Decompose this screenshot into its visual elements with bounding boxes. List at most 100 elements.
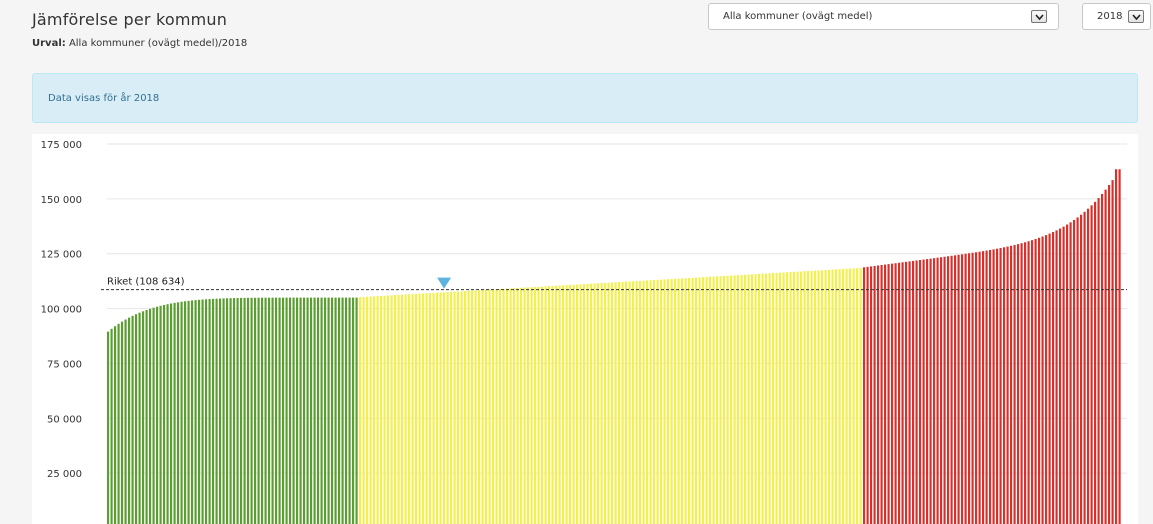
bar bbox=[285, 297, 288, 524]
bar bbox=[859, 267, 862, 524]
bar bbox=[894, 263, 897, 524]
bar bbox=[170, 303, 173, 524]
y-tick-label: 25 000 bbox=[47, 469, 82, 480]
bar bbox=[415, 293, 418, 524]
bar bbox=[709, 276, 712, 524]
y-tick-label: 125 000 bbox=[41, 250, 82, 261]
bar bbox=[1024, 242, 1027, 524]
bar bbox=[674, 278, 677, 524]
bar bbox=[639, 280, 642, 524]
bar bbox=[670, 279, 673, 524]
y-tick-label: 175 000 bbox=[41, 140, 82, 151]
bar bbox=[607, 282, 610, 524]
bar bbox=[1017, 244, 1020, 524]
selection-value: Alla kommuner (ovägt medel)/2018 bbox=[68, 38, 248, 49]
bar bbox=[124, 319, 127, 524]
bar bbox=[173, 302, 176, 524]
bar bbox=[180, 301, 183, 524]
bar bbox=[145, 309, 148, 524]
y-tick-label: 150 000 bbox=[41, 195, 82, 206]
chevron-down-icon[interactable] bbox=[1128, 10, 1144, 23]
bar bbox=[985, 250, 988, 524]
bar bbox=[383, 295, 386, 524]
bar bbox=[366, 296, 369, 524]
bar bbox=[758, 273, 761, 524]
bar bbox=[128, 317, 131, 524]
bar bbox=[1048, 233, 1051, 524]
bar bbox=[254, 297, 257, 524]
bar bbox=[726, 275, 729, 524]
bar bbox=[191, 300, 194, 524]
bar bbox=[166, 304, 169, 524]
bar bbox=[397, 294, 400, 524]
bar bbox=[632, 281, 635, 524]
bar bbox=[401, 294, 404, 524]
bar bbox=[121, 321, 124, 524]
bar bbox=[667, 279, 670, 524]
bar bbox=[345, 297, 348, 524]
bar bbox=[856, 268, 859, 524]
bar bbox=[390, 295, 393, 524]
bar bbox=[1073, 219, 1076, 524]
bar bbox=[870, 266, 873, 524]
info-message: Data visas för år 2018 bbox=[48, 93, 160, 104]
bar bbox=[1097, 198, 1100, 524]
bar bbox=[488, 289, 491, 524]
bar bbox=[348, 297, 351, 524]
selection-summary: Urval: Alla kommuner (ovägt medel)/2018 bbox=[32, 38, 247, 49]
bar bbox=[352, 297, 355, 524]
bar bbox=[474, 290, 477, 524]
bar bbox=[586, 283, 589, 524]
bar bbox=[646, 280, 649, 524]
y-tick-label: 75 000 bbox=[47, 359, 82, 370]
bar bbox=[509, 288, 512, 524]
bar bbox=[838, 269, 841, 524]
bar-chart: 025 00050 00075 000100 000125 000150 000… bbox=[41, 140, 1127, 524]
bar bbox=[688, 277, 691, 524]
bar bbox=[110, 328, 113, 524]
bar bbox=[306, 297, 309, 524]
bar bbox=[429, 293, 432, 524]
bar bbox=[551, 285, 554, 524]
bar bbox=[313, 297, 316, 524]
bar bbox=[1087, 208, 1090, 524]
bar bbox=[618, 282, 621, 524]
bar bbox=[1115, 169, 1118, 524]
bar bbox=[457, 291, 460, 524]
bar bbox=[1094, 201, 1097, 524]
bar bbox=[590, 283, 593, 524]
bar bbox=[877, 265, 880, 524]
bar bbox=[1059, 228, 1062, 524]
bar bbox=[432, 292, 435, 524]
municipality-select[interactable]: Alla kommuner (ovägt medel) bbox=[708, 3, 1059, 30]
bar bbox=[135, 314, 138, 524]
bar bbox=[380, 295, 383, 524]
bar bbox=[212, 298, 215, 524]
bar bbox=[453, 291, 456, 524]
bar bbox=[891, 263, 894, 524]
info-alert: Data visas för år 2018 bbox=[32, 73, 1138, 123]
reference-label: Riket (108 634) bbox=[107, 277, 185, 288]
bar bbox=[373, 296, 376, 524]
bar bbox=[425, 293, 428, 524]
bar bbox=[803, 271, 806, 524]
y-tick-label: 50 000 bbox=[47, 414, 82, 425]
bar bbox=[926, 259, 929, 524]
bar bbox=[1055, 230, 1058, 524]
bar bbox=[828, 269, 831, 524]
bar bbox=[229, 298, 232, 524]
bar bbox=[572, 284, 575, 524]
bar bbox=[905, 261, 908, 524]
year-select[interactable]: 2018 bbox=[1082, 3, 1151, 30]
bar bbox=[376, 296, 379, 524]
bar bbox=[467, 290, 470, 524]
bar bbox=[660, 279, 663, 524]
bar bbox=[289, 297, 292, 524]
bar bbox=[880, 265, 883, 524]
chevron-down-icon[interactable] bbox=[1031, 10, 1047, 23]
bar bbox=[327, 297, 330, 524]
bar bbox=[817, 270, 820, 524]
bar bbox=[936, 257, 939, 524]
bar bbox=[460, 291, 463, 524]
bar bbox=[530, 287, 533, 524]
